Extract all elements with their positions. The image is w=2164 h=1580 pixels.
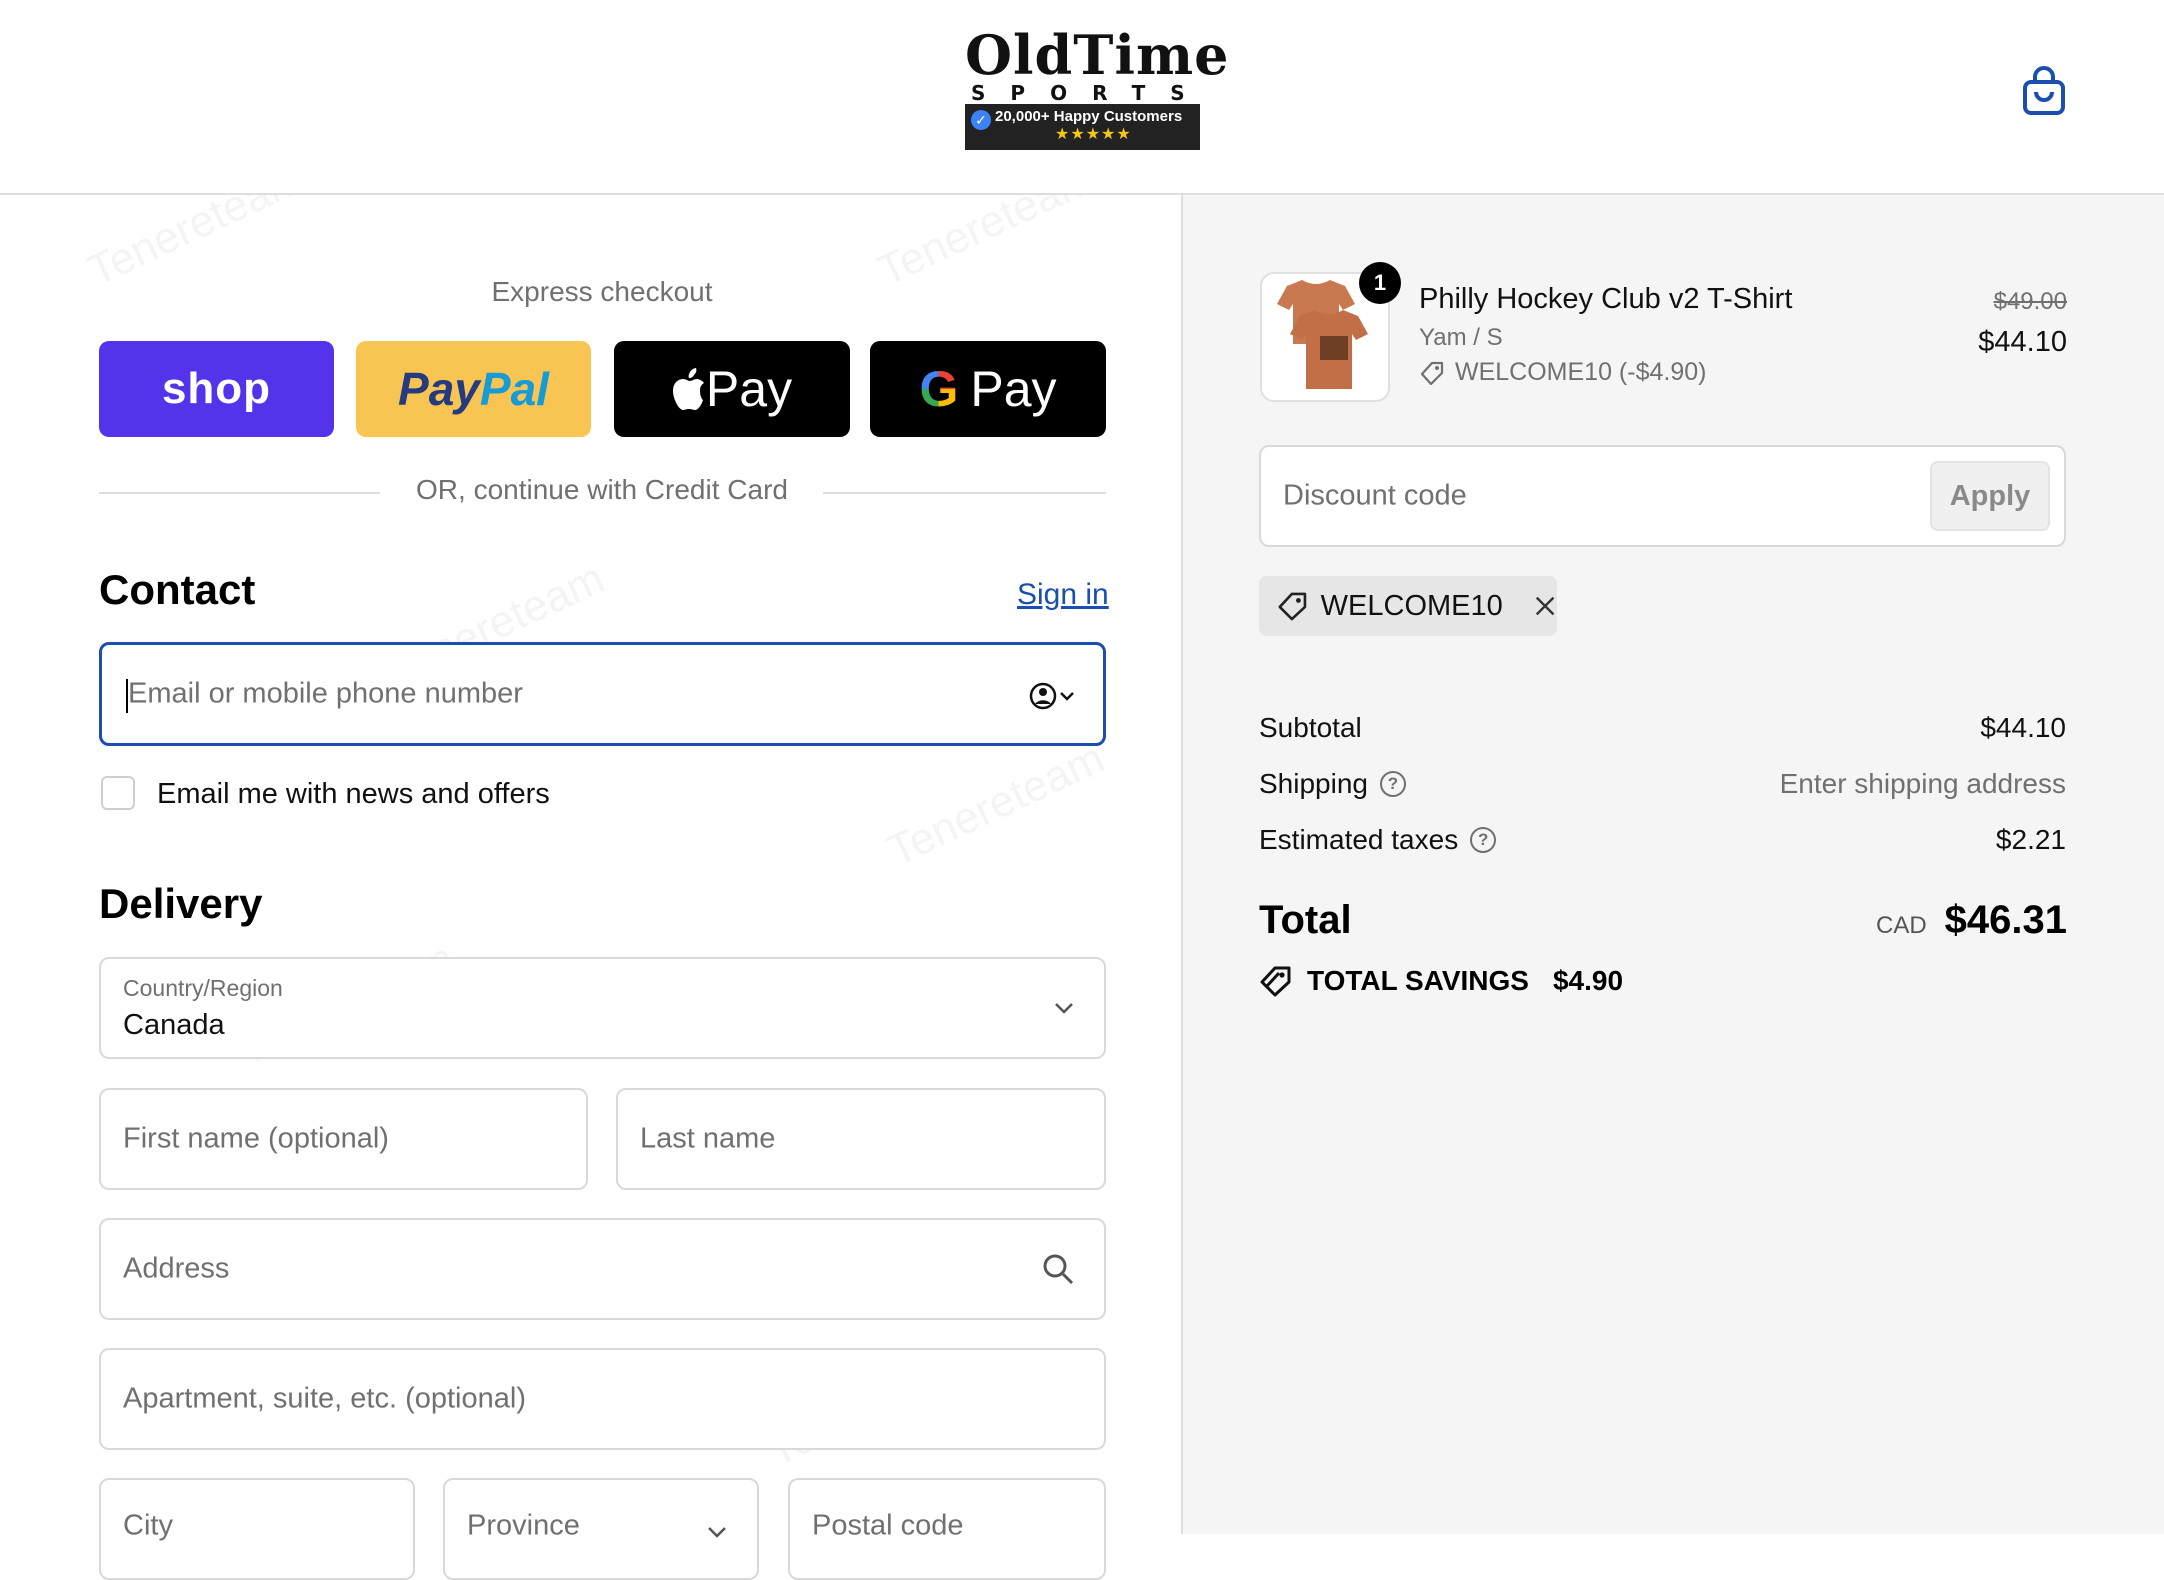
coupon-code: WELCOME10 <box>1320 589 1503 622</box>
store-logo[interactable]: OldTime SPORTS ✓ 20,000+ Happy Customers… <box>965 23 1230 151</box>
tag-icon <box>1278 592 1307 621</box>
header: OldTime SPORTS ✓ 20,000+ Happy Customers… <box>0 0 2164 195</box>
total-currency: CAD <box>1876 912 1927 939</box>
apple-pay-label: Pay <box>705 361 793 417</box>
discount-code-input[interactable]: Discount code Apply <box>1259 445 2066 547</box>
google-g-icon: G <box>919 361 959 417</box>
help-icon[interactable]: ? <box>1379 771 1406 797</box>
newsletter-label: Email me with news and offers <box>157 778 550 810</box>
shipping-label: Shipping <box>1259 768 1368 799</box>
total-savings: TOTAL SAVINGS $4.90 <box>1259 964 1623 998</box>
discounted-price: $44.10 <box>1978 326 2067 358</box>
quantity-badge: 1 <box>1359 262 1401 304</box>
discount-placeholder: Discount code <box>1283 479 1467 512</box>
province-select[interactable]: Province <box>443 1478 759 1580</box>
total-label: Total <box>1259 898 1352 942</box>
address-input[interactable]: Address <box>99 1218 1106 1320</box>
last-name-input[interactable]: Last name <box>616 1088 1106 1190</box>
email-input[interactable]: Email or mobile phone number <box>99 642 1106 746</box>
apple-pay-button[interactable]: Pay <box>614 341 850 437</box>
savings-label: TOTAL SAVINGS <box>1307 965 1529 996</box>
country-value: Canada <box>123 1009 225 1041</box>
paypal-label-pal: Pal <box>479 363 549 415</box>
apply-button[interactable]: Apply <box>1930 461 2050 531</box>
original-price: $49.00 <box>1993 288 2067 315</box>
last-name-placeholder: Last name <box>640 1122 776 1155</box>
city-placeholder: City <box>123 1509 173 1542</box>
paypal-button[interactable]: Pay Pal <box>356 341 591 437</box>
product-name: Philly Hockey Club v2 T-Shirt <box>1419 283 1793 315</box>
logo-badge-text: 20,000+ Happy Customers <box>995 108 1183 125</box>
tag-icon <box>1420 361 1444 385</box>
shopping-bag-icon[interactable] <box>2022 66 2066 116</box>
paypal-label-pay: Pay <box>398 363 480 415</box>
delivery-heading: Delivery <box>99 880 263 927</box>
country-label: Country/Region <box>123 975 283 1001</box>
product-variant: Yam / S <box>1419 324 1503 351</box>
shop-pay-label: shop <box>161 364 272 413</box>
address-placeholder: Address <box>123 1252 230 1285</box>
google-pay-label: Pay <box>970 361 1057 417</box>
first-name-input[interactable]: First name (optional) <box>99 1088 588 1190</box>
postal-code-input[interactable]: Postal code <box>788 1478 1106 1580</box>
product-discount: WELCOME10 (-$4.90) <box>1419 358 1706 387</box>
logo-title: OldTime <box>965 23 1230 87</box>
country-select[interactable]: Country/Region Canada <box>99 957 1106 1059</box>
total-value: $46.31 <box>1944 898 2067 942</box>
savings-value: $4.90 <box>1552 965 1624 996</box>
product-discount-text: WELCOME10 (-$4.90) <box>1455 358 1707 386</box>
chevron-down-icon <box>1055 1003 1073 1014</box>
rating-stars: ★★★★★ <box>1055 126 1132 143</box>
sign-in-link[interactable]: Sign in <box>1017 578 1109 612</box>
city-input[interactable]: City <box>99 1478 415 1580</box>
or-divider-text: OR, continue with Credit Card <box>416 474 788 505</box>
account-chevron-icon[interactable] <box>1029 681 1077 711</box>
province-placeholder: Province <box>467 1509 580 1542</box>
apartment-input[interactable]: Apartment, suite, etc. (optional) <box>99 1348 1106 1450</box>
applied-coupon-chip: WELCOME10 <box>1259 576 1557 636</box>
subtotal-value: $44.10 <box>1980 712 2066 743</box>
chevron-down-icon <box>708 1527 726 1538</box>
logo-badge: ✓ 20,000+ Happy Customers ★★★★★ <box>965 104 1200 150</box>
taxes-label: Estimated taxes <box>1259 824 1459 855</box>
email-placeholder: Email or mobile phone number <box>128 677 523 710</box>
first-name-placeholder: First name (optional) <box>123 1122 389 1155</box>
taxes-label-group: Estimated taxes ? <box>1259 824 1497 856</box>
apple-icon <box>672 368 704 410</box>
divider <box>99 492 380 494</box>
search-icon[interactable] <box>1042 1253 1074 1285</box>
contact-heading: Contact <box>99 566 256 613</box>
shipping-label-group: Shipping ? <box>1259 768 1406 800</box>
newsletter-checkbox[interactable] <box>101 776 135 810</box>
logo-subtitle: SPORTS <box>971 81 1210 105</box>
watermark: Tenereteam <box>880 733 1112 877</box>
shipping-value: Enter shipping address <box>1779 768 2066 799</box>
shop-pay-button[interactable]: shop <box>99 341 334 437</box>
express-checkout-label: Express checkout <box>491 276 713 307</box>
apartment-placeholder: Apartment, suite, etc. (optional) <box>123 1382 526 1415</box>
verified-check-icon: ✓ <box>971 110 991 130</box>
close-icon[interactable] <box>1533 593 1557 619</box>
taxes-value: $2.21 <box>1995 824 2066 855</box>
postal-code-placeholder: Postal code <box>812 1509 964 1542</box>
divider <box>823 492 1106 494</box>
google-pay-button[interactable]: G Pay <box>870 341 1106 437</box>
help-icon[interactable]: ? <box>1470 827 1497 853</box>
subtotal-label: Subtotal <box>1259 712 1362 743</box>
savings-tag-icon <box>1260 966 1291 997</box>
